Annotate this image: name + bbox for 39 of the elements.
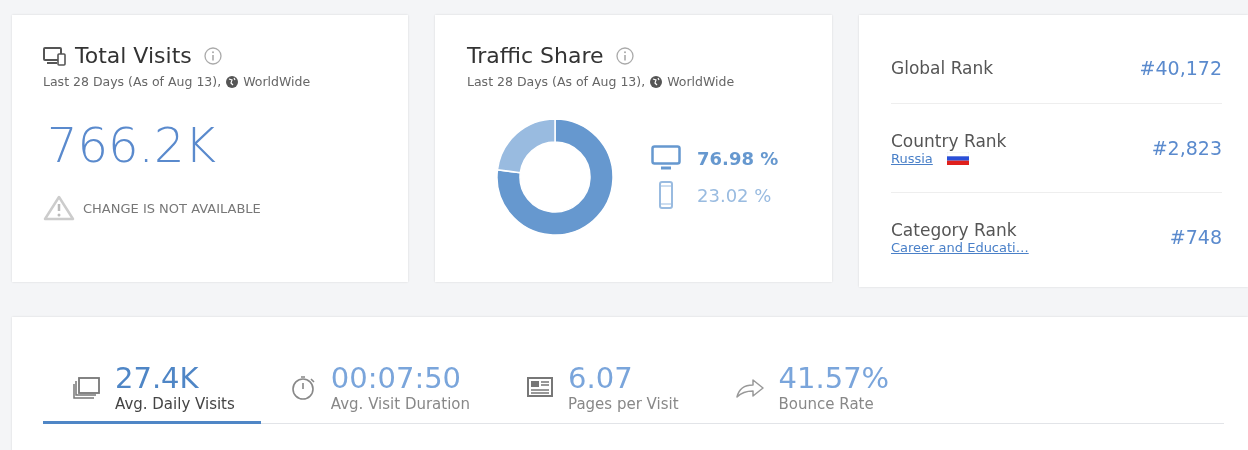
metric-label: Pages per Visit [568, 394, 679, 413]
stacked-pages-icon [73, 375, 101, 400]
period-text: Last 28 Days (As of Aug 13), [43, 74, 222, 89]
metric-tab[interactable]: 6.07 Pages per Visit [496, 357, 705, 424]
metric-value: 41.57% [778, 363, 890, 395]
share-percent: 76.98 % [697, 147, 779, 169]
newspaper-icon [526, 375, 555, 400]
region-text: WorldWide [243, 74, 311, 89]
rank-value: #2,823 [1151, 137, 1222, 159]
region-text: WorldWide [667, 74, 735, 89]
warning-icon [43, 195, 75, 221]
info-icon[interactable] [203, 46, 222, 65]
rank-link[interactable]: Russia [891, 150, 933, 166]
metric-value: 00:07:50 [330, 363, 463, 395]
info-icon[interactable] [615, 46, 634, 65]
rank-value: #748 [1169, 226, 1222, 248]
metric-label: Avg. Visit Duration [330, 394, 471, 413]
devices-icon [43, 44, 67, 67]
rank-value: #40,172 [1139, 57, 1222, 79]
period-text: Last 28 Days (As of Aug 13), [467, 74, 646, 89]
card-title: Traffic Share [467, 43, 604, 68]
rank-link[interactable]: Career and Educati… [891, 239, 1029, 255]
metric-tab[interactable]: 27.4K Avg. Daily Visits [43, 357, 261, 424]
change-note: CHANGE IS NOT AVAILABLE [83, 200, 261, 216]
globe-icon [650, 75, 663, 88]
total-visits-value: 766.2K [47, 117, 217, 173]
metric-value: 27.4K [115, 363, 200, 395]
card-title: Total Visits [75, 43, 192, 68]
globe-icon [226, 75, 239, 88]
rank-label: Country Rank [891, 130, 1007, 151]
rank-label: Global Rank [891, 58, 994, 78]
metric-label: Avg. Daily Visits [115, 394, 235, 413]
share-percent: 23.02 % [697, 184, 772, 206]
metric-tab[interactable]: 41.57% Bounce Rate [704, 357, 916, 424]
stopwatch-icon [290, 374, 317, 401]
metric-label: Bounce Rate [778, 394, 875, 413]
metric-tab[interactable]: 00:07:50 Avg. Visit Duration [260, 357, 497, 424]
metric-value: 6.07 [568, 363, 634, 395]
rank-label: Category Rank [891, 219, 1018, 240]
